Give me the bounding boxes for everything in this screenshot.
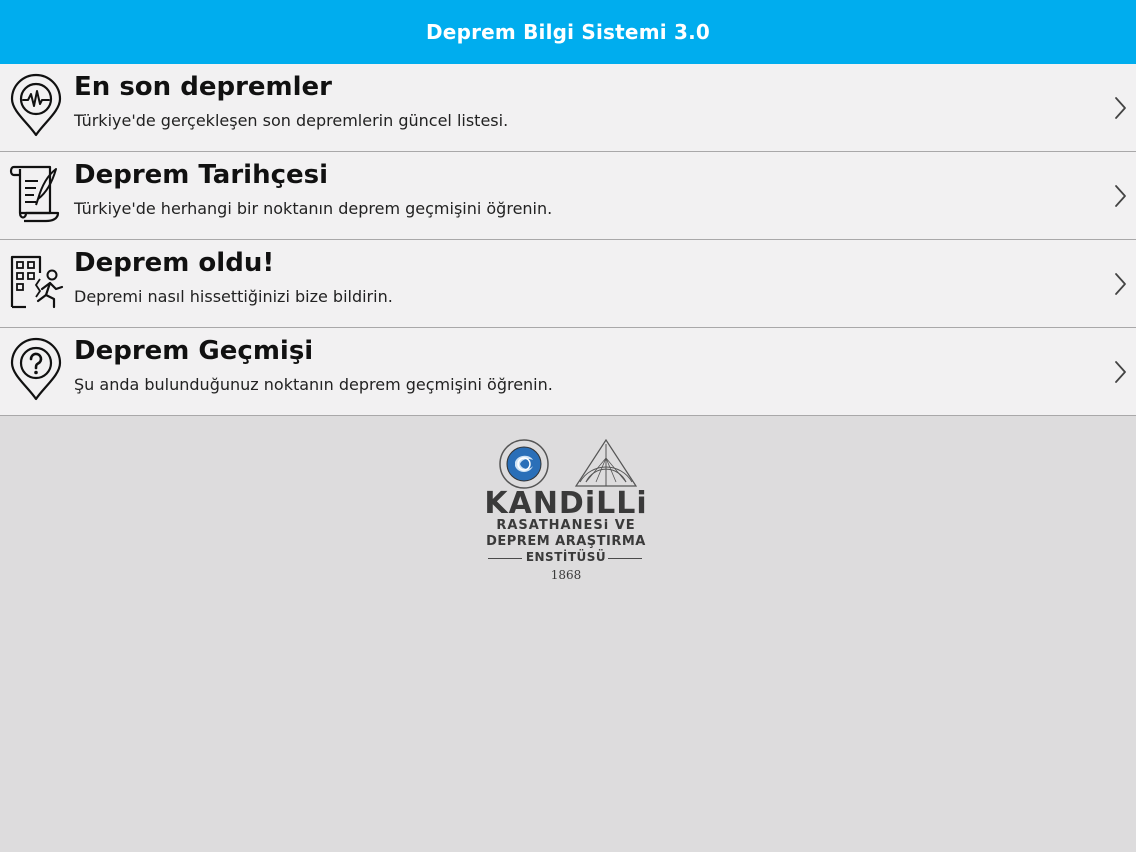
logo-name: KANDiLLi bbox=[484, 486, 648, 521]
main-menu: En son depremler Türkiye'de gerçekleşen … bbox=[0, 64, 1136, 416]
logo-subtitle-line: ENSTİTÜSÜ bbox=[525, 550, 607, 564]
menu-item-report-earthquake[interactable]: Deprem oldu! Depremi nasıl hissettiğiniz… bbox=[0, 240, 1136, 328]
kandilli-logo: KANDiLLi RASATHANESi VE DEPREM ARAŞTIRMA… bbox=[478, 436, 654, 586]
menu-item-subtitle: Türkiye'de herhangi bir noktanın deprem … bbox=[74, 199, 553, 218]
logo-rule bbox=[608, 558, 642, 559]
menu-item-title: Deprem Geçmişi bbox=[74, 336, 314, 366]
app-title: Deprem Bilgi Sistemi 3.0 bbox=[426, 20, 710, 44]
menu-item-recent-earthquakes[interactable]: En son depremler Türkiye'de gerçekleşen … bbox=[0, 64, 1136, 152]
menu-item-earthquake-history[interactable]: Deprem Tarihçesi Türkiye'de herhangi bir… bbox=[0, 152, 1136, 240]
map-pin-heartbeat-icon bbox=[10, 73, 62, 137]
chevron-right-icon bbox=[1115, 273, 1126, 295]
chevron-right-icon bbox=[1115, 361, 1126, 383]
chevron-right-icon bbox=[1115, 97, 1126, 119]
building-running-person-icon bbox=[10, 255, 64, 309]
menu-item-title: Deprem oldu! bbox=[74, 248, 275, 278]
menu-item-location-history[interactable]: Deprem Geçmişi Şu anda bulunduğunuz nokt… bbox=[0, 328, 1136, 416]
chevron-right-icon bbox=[1115, 185, 1126, 207]
observatory-emblem-icon bbox=[574, 438, 638, 487]
menu-item-subtitle: Türkiye'de gerçekleşen son depremlerin g… bbox=[74, 111, 509, 130]
app-header: Deprem Bilgi Sistemi 3.0 bbox=[0, 0, 1136, 64]
logo-year: 1868 bbox=[550, 568, 582, 582]
menu-item-subtitle: Depremi nasıl hissettiğinizi bize bildir… bbox=[74, 287, 393, 306]
logo-subtitle-line: DEPREM ARAŞTIRMA bbox=[486, 534, 646, 549]
map-pin-question-icon bbox=[10, 337, 62, 401]
university-seal-icon bbox=[499, 439, 549, 489]
menu-item-title: En son depremler bbox=[74, 72, 332, 102]
menu-item-subtitle: Şu anda bulunduğunuz noktanın deprem geç… bbox=[74, 375, 553, 394]
logo-subtitle-line: RASATHANESi VE bbox=[496, 518, 636, 533]
menu-item-title: Deprem Tarihçesi bbox=[74, 160, 329, 190]
scroll-quill-icon bbox=[9, 165, 60, 223]
